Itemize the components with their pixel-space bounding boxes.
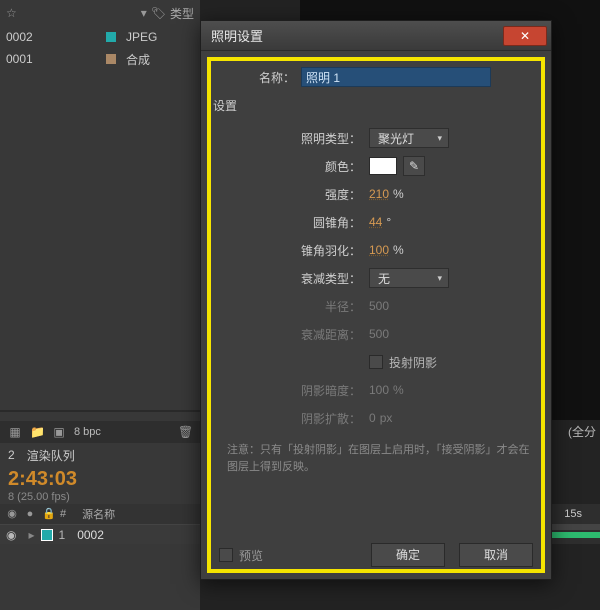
light-type-label: 照明类型： — [211, 130, 361, 147]
falloff-type-value: 无 — [378, 270, 390, 287]
eye-column-icon[interactable]: ◉ — [6, 508, 18, 520]
shadow-darkness-label: 阴影暗度： — [211, 382, 361, 399]
light-type-value: 聚光灯 — [378, 130, 414, 147]
intensity-label: 强度： — [211, 186, 361, 203]
shadow-diffusion-label: 阴影扩散： — [211, 410, 361, 427]
project-row[interactable]: 0001 合成 — [0, 48, 200, 70]
cone-angle-unit: ° — [386, 215, 391, 229]
project-row[interactable]: 0002 JPEG — [0, 26, 200, 48]
radius-label: 半径： — [211, 298, 361, 315]
label-swatch[interactable] — [106, 32, 116, 42]
timeline-time-marker: 15s — [564, 508, 582, 520]
tag-icon[interactable]: 🏷 — [151, 6, 166, 20]
color-swatch[interactable] — [369, 157, 397, 175]
light-settings-dialog: 照明设置 ✕ 名称： 设置 照明类型： 聚光灯 ▾ 颜色： ✎ — [200, 20, 552, 580]
timecode-value: 2:43:03 — [8, 468, 77, 491]
color-label: 颜色： — [211, 158, 361, 175]
eyedropper-icon: ✎ — [409, 159, 419, 173]
cone-feather-value[interactable]: 100 — [369, 243, 389, 257]
dialog-title: 照明设置 — [211, 26, 263, 45]
shadow-note: 注意：只有「投射阴影」在图层上启用时，「接受阴影」才会在图层上得到反映。 — [227, 442, 535, 475]
settings-section-header: 设置 — [213, 97, 541, 114]
layer-row[interactable]: ◉ ▸ 1 0002 — [0, 524, 200, 544]
bpc-indicator[interactable]: 8 bpc — [74, 426, 101, 438]
project-toolbar: ▦ 📁 ▣ 8 bpc 🗑 — [0, 421, 200, 443]
project-item-name: 0001 — [6, 52, 106, 66]
footer-tabs: 2 渲染队列 — [0, 445, 83, 465]
tab-render-queue[interactable]: 渲染队列 — [27, 447, 75, 464]
project-item-name: 0002 — [6, 30, 106, 44]
project-item-type: 合成 — [126, 51, 150, 68]
chevron-down-icon: ▾ — [437, 273, 442, 284]
cone-feather-label: 锥角羽化： — [211, 242, 361, 259]
shadow-darkness-value: 100 — [369, 383, 389, 397]
preview-checkbox[interactable] — [219, 548, 233, 562]
project-panel-header: ☆ ▾ 🏷 类型 — [0, 0, 200, 26]
layer-panel-header: ◉ ● 🔒 # 源名称 — [0, 504, 200, 524]
falloff-type-label: 衰减类型： — [211, 270, 361, 287]
radius-value: 500 — [369, 299, 389, 313]
timecode-display[interactable]: 2:43:03 8 (25.00 fps) — [8, 468, 77, 503]
falloff-type-dropdown[interactable]: 无 ▾ — [369, 268, 449, 288]
timecode-fps: 8 (25.00 fps) — [8, 491, 77, 503]
dialog-titlebar[interactable]: 照明设置 ✕ — [201, 21, 551, 51]
panel-divider[interactable] — [0, 410, 200, 412]
bin-icon[interactable]: ▦ — [8, 425, 22, 439]
chevron-down-icon: ▾ — [437, 133, 442, 144]
preview-label: 预览 — [239, 547, 263, 564]
falloff-distance-value: 500 — [369, 327, 389, 341]
falloff-distance-label: 衰减距离： — [211, 326, 361, 343]
new-comp-icon[interactable]: ▣ — [52, 425, 66, 439]
layer-thumb-icon — [41, 529, 53, 541]
label-swatch[interactable] — [106, 54, 116, 64]
resolution-label[interactable]: (全分 — [568, 423, 596, 440]
eye-icon[interactable]: ◉ — [6, 528, 16, 542]
ok-button[interactable]: 确定 — [371, 543, 445, 567]
name-label: 名称： — [251, 69, 295, 86]
cone-angle-label: 圆锥角： — [211, 214, 361, 231]
folder-icon[interactable]: 📁 — [30, 425, 44, 439]
column-type-header: 类型 — [170, 5, 194, 22]
tab-timeline[interactable]: 2 — [8, 448, 15, 462]
shadow-diffusion-value: 0 — [369, 411, 376, 425]
cone-feather-unit: % — [393, 243, 404, 257]
lock-column-icon[interactable]: 🔒 — [42, 508, 54, 520]
dialog-content: 名称： 设置 照明类型： 聚光灯 ▾ 颜色： ✎ 强度： 210 — [211, 61, 541, 569]
source-name-column-header: 源名称 — [82, 506, 115, 522]
project-item-type: JPEG — [126, 30, 157, 44]
shadow-diffusion-unit: px — [380, 411, 393, 425]
intensity-unit: % — [393, 187, 404, 201]
eyedropper-button[interactable]: ✎ — [403, 156, 425, 176]
solo-column-icon[interactable]: ● — [24, 508, 36, 520]
layer-index: 1 — [59, 528, 66, 542]
cast-shadows-label: 投射阴影 — [389, 354, 437, 371]
chevron-down-icon[interactable]: ▾ — [141, 6, 147, 20]
preview-toggle[interactable]: 预览 — [219, 547, 263, 564]
cast-shadows-checkbox[interactable] — [369, 355, 383, 369]
trash-icon[interactable]: 🗑 — [178, 425, 192, 439]
favorite-icon[interactable]: ☆ — [6, 6, 17, 20]
layer-name: 0002 — [77, 528, 104, 542]
intensity-value[interactable]: 210 — [369, 187, 389, 201]
cancel-button[interactable]: 取消 — [459, 543, 533, 567]
light-type-dropdown[interactable]: 聚光灯 ▾ — [369, 128, 449, 148]
close-button[interactable]: ✕ — [503, 26, 547, 46]
shadow-darkness-unit: % — [393, 383, 404, 397]
name-input[interactable] — [301, 67, 491, 87]
twirl-icon[interactable]: ▸ — [28, 528, 34, 542]
cone-angle-value[interactable]: 44 — [369, 215, 382, 229]
index-column-header: # — [60, 508, 66, 520]
